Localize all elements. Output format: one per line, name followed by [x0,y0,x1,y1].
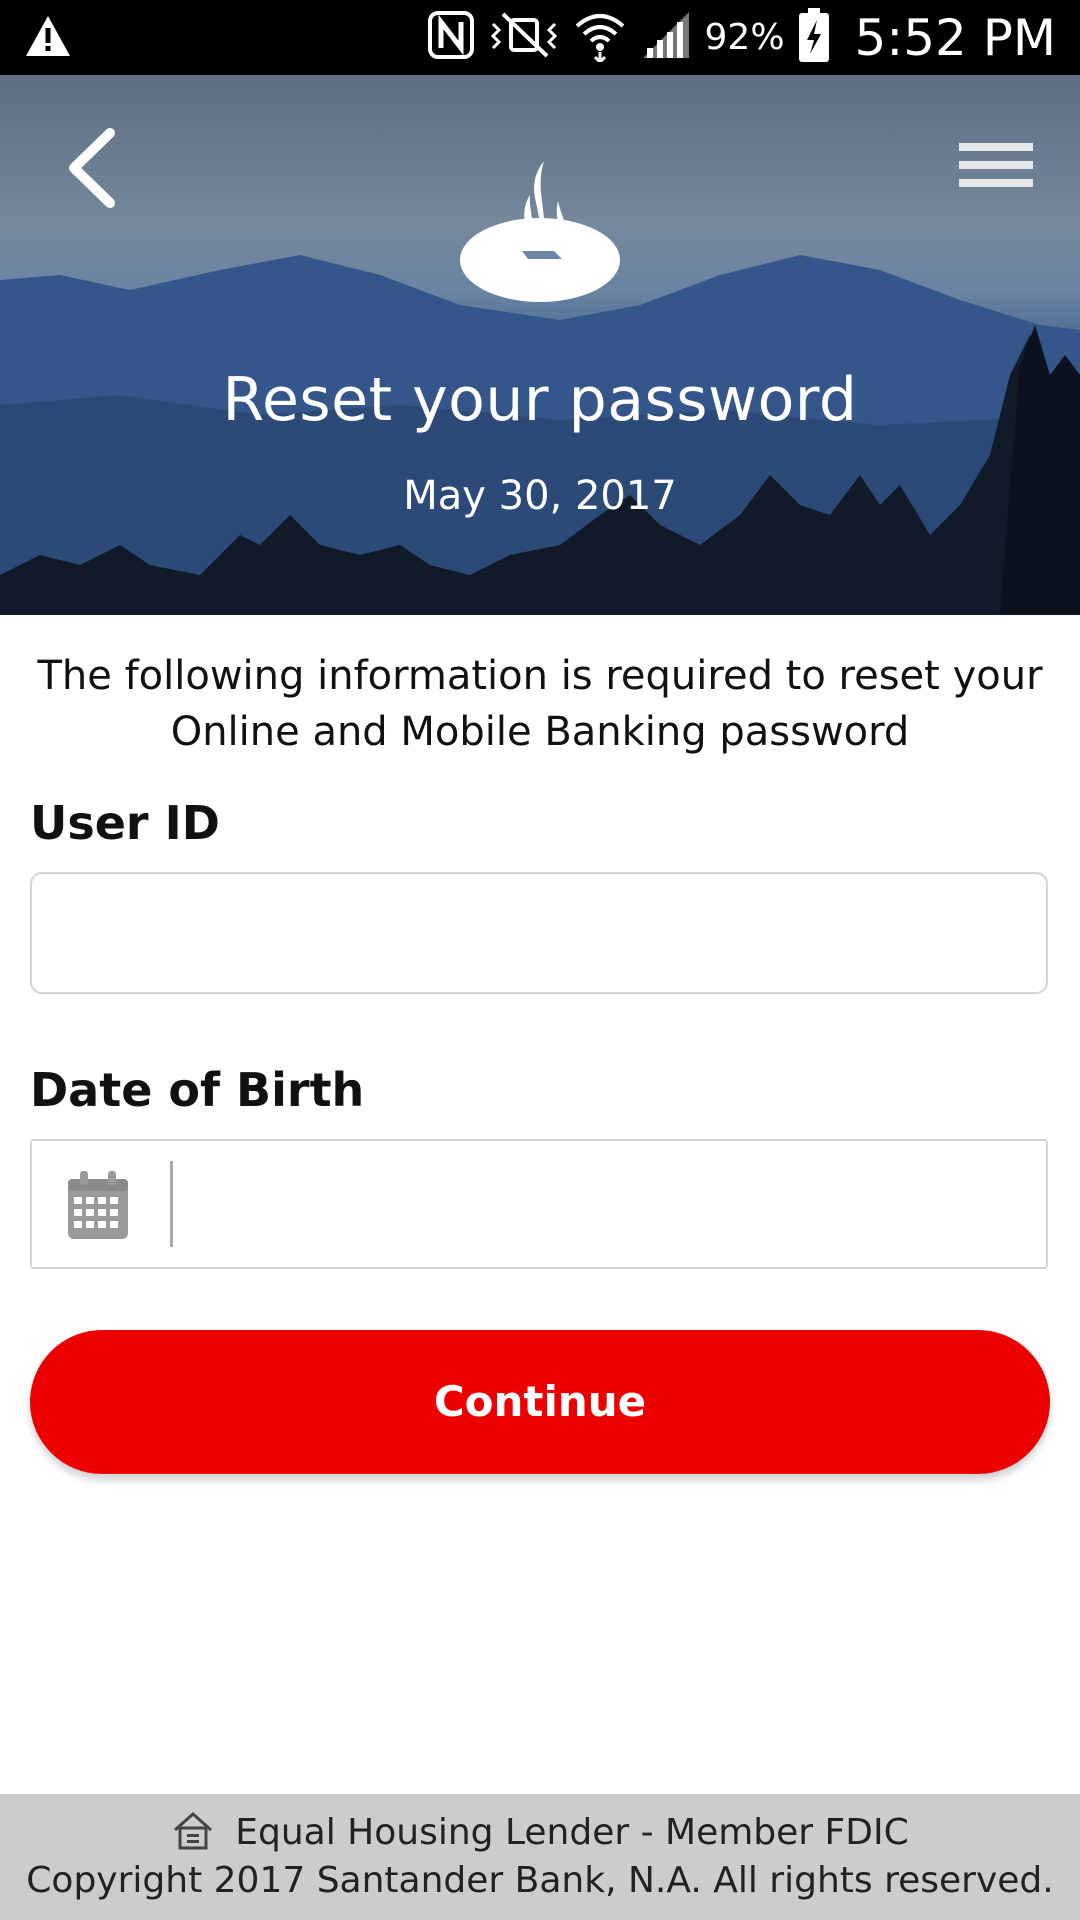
user-id-input[interactable] [30,872,1048,994]
battery-percent: 92% [704,17,785,58]
footer-copyright: Copyright 2017 Santander Bank, N.A. All … [26,1860,1054,1901]
footer-line1: Equal Housing Lender - Member FDIC [0,1810,1080,1859]
clock: 5:52 PM [854,8,1056,67]
status-icons: 92% 5:52 PM [427,0,1056,75]
footer: Equal Housing Lender - Member FDIC Copyr… [0,1794,1080,1920]
signal-icon [641,10,691,65]
input-divider [170,1161,173,1247]
user-id-label: User ID [30,796,220,850]
continue-button[interactable]: Continue [30,1330,1050,1474]
intro-text: The following information is required to… [37,653,1043,755]
nfc-icon [427,10,475,65]
calendar-icon[interactable] [66,1171,130,1241]
equal-housing-icon [171,1810,215,1859]
header-date: May 30, 2017 [403,473,677,519]
chevron-left-icon [69,128,115,208]
wifi-icon [573,8,627,67]
header-hero: Reset your password May 30, 2017 [0,75,1080,615]
date-of-birth-input[interactable] [30,1139,1048,1269]
status-bar: 92% 5:52 PM [0,0,1080,75]
dob-label: Date of Birth [30,1063,365,1117]
back-button[interactable] [58,123,128,213]
warning-icon [24,14,72,63]
battery-charging-icon [798,8,829,67]
hamburger-icon [959,143,1033,187]
page-title: Reset your password [222,365,858,435]
footer-fdic-text: Equal Housing Lender - Member FDIC [235,1812,909,1853]
vibrate-mute-icon [489,10,559,65]
santander-logo [458,155,622,303]
menu-button[interactable] [956,131,1036,201]
